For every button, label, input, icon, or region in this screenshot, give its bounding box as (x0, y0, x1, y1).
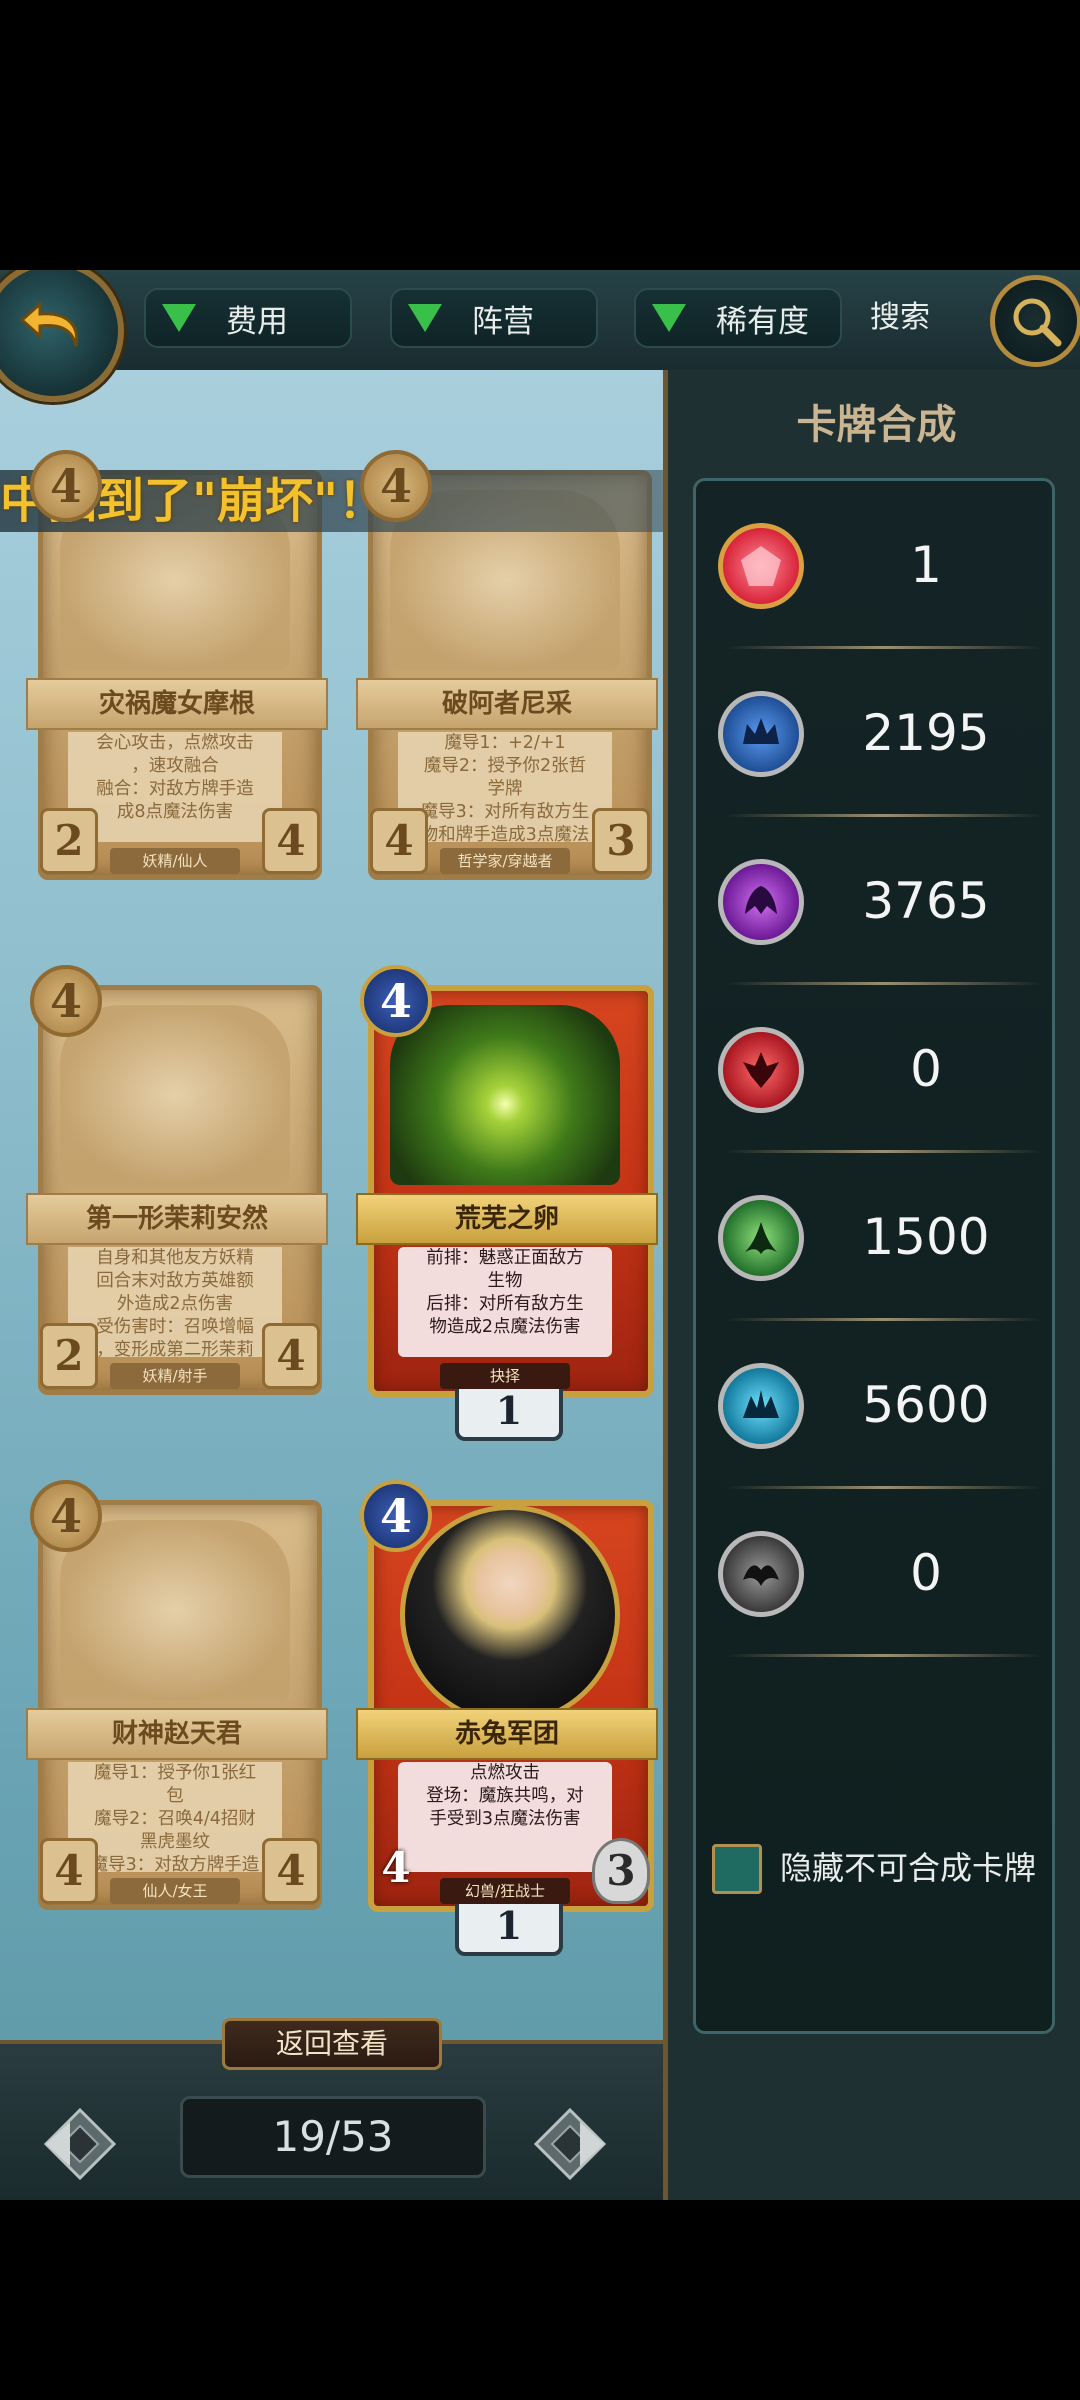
top-bar: 费用 阵营 稀有度 搜索 (0, 270, 1080, 374)
card-health: 4 (262, 808, 320, 874)
blue-crown-emblem-icon (718, 691, 804, 777)
card-crafting-panel: 卡牌合成 1 2195 3765 0 1500 5600 0 隐藏不可合成卡牌 (663, 370, 1080, 2200)
return-view-button[interactable]: 返回查看 (222, 2018, 442, 2070)
resource-value: 3765 (862, 872, 990, 930)
card-tribe: 仙人/女王 (110, 1878, 240, 1904)
card-cost: 4 (30, 1480, 102, 1552)
dropdown-triangle-icon (162, 304, 196, 332)
card-cost: 4 (360, 450, 432, 522)
previous-page-arrow-icon[interactable] (40, 2104, 120, 2184)
dropdown-triangle-icon (408, 304, 442, 332)
card-description: 自身和其他友方妖精 回合末对敌方英雄额 外造成2点伤害 受伤害时：召唤增幅 ，变… (68, 1247, 282, 1357)
card-art (60, 1005, 290, 1185)
card-cost: 4 (360, 1480, 432, 1552)
resource-value: 0 (910, 1544, 942, 1602)
card-attack: 4 (40, 1838, 98, 1904)
card-art (60, 1520, 290, 1700)
cost-filter-button[interactable]: 费用 (144, 288, 352, 348)
resource-row: 3765 (696, 817, 1052, 985)
card-zhao-tianjun[interactable]: 4 财神赵天君 魔导1：授予你1张红 包 魔导2：召唤4/4招财 黑虎墨纹 魔导… (26, 1480, 328, 1910)
card-art (400, 1505, 620, 1725)
card-name: 第一形茉莉安然 (26, 1193, 328, 1245)
search-button[interactable] (990, 275, 1080, 367)
resource-row: 2195 (696, 649, 1052, 817)
magnifier-icon (1013, 298, 1062, 347)
card-health: 3 (592, 808, 650, 874)
game-screen: 费用 阵营 稀有度 搜索 中抽到了"崩坏"！ 4 灾祸魔女摩根 会心攻击，点燃攻… (0, 270, 1080, 2200)
green-emblem-icon (718, 1195, 804, 1281)
resource-row: 1500 (696, 1153, 1052, 1321)
resource-row: 1 (696, 481, 1052, 649)
card-cost: 4 (360, 965, 432, 1037)
card-name: 荒芜之卵 (356, 1193, 658, 1245)
card-tribe: 幻兽/狂战士 (440, 1878, 570, 1904)
resource-value: 2195 (862, 704, 990, 762)
card-name: 财神赵天君 (26, 1708, 328, 1760)
owned-count: 1 (455, 1385, 563, 1441)
resource-row: 0 (696, 1489, 1052, 1657)
card-attack: 4 (370, 808, 428, 874)
faction-filter-button[interactable]: 阵营 (390, 288, 598, 348)
card-description: 前排：魅惑正面敌方 生物 后排：对所有敌方生 物造成2点魔法伤害 (398, 1247, 612, 1357)
search-label: 搜索 (870, 300, 930, 335)
rarity-filter-button[interactable]: 稀有度 (634, 288, 842, 348)
resource-list: 1 2195 3765 0 1500 5600 0 隐藏不可合成卡牌 (693, 478, 1055, 2034)
red-gem-icon (718, 523, 804, 609)
next-page-arrow-icon[interactable] (530, 2104, 610, 2184)
divider (726, 1654, 1042, 1657)
owned-count: 1 (455, 1900, 563, 1956)
card-name: 灾祸魔女摩根 (26, 678, 328, 730)
resource-value: 1 (910, 536, 942, 594)
resource-value: 1500 (862, 1208, 990, 1266)
card-barren-egg[interactable]: 4 荒芜之卵 前排：魅惑正面敌方 生物 后排：对所有敌方生 物造成2点魔法伤害 … (356, 965, 658, 1441)
faction-filter-label: 阵营 (472, 303, 534, 340)
cyan-emblem-icon (718, 1363, 804, 1449)
resource-value: 5600 (862, 1376, 990, 1434)
red-emblem-icon (718, 1027, 804, 1113)
hide-uncraftable-label: 隐藏不可合成卡牌 (780, 1849, 1037, 1887)
card-attack: 4 (381, 1843, 411, 1892)
card-name: 赤兔军团 (356, 1708, 658, 1760)
back-arrow-icon (19, 300, 79, 347)
card-name: 破阿者尼采 (356, 678, 658, 730)
card-description: 魔导1：+2/+1 魔导2：授予你2张哲 学牌 魔导3：对所有敌方生 物和牌手造… (398, 732, 612, 842)
card-attack: 2 (40, 1323, 98, 1389)
card-description: 魔导1：授予你1张红 包 魔导2：召唤4/4招财 黑虎墨纹 魔导3：对敌方牌手造… (68, 1762, 282, 1872)
gray-emblem-icon (718, 1531, 804, 1617)
card-cost: 4 (30, 450, 102, 522)
card-collection-panel: 中抽到了"崩坏"！ 4 灾祸魔女摩根 会心攻击，点燃攻击 ，速攻融合 融合：对敌… (0, 370, 663, 2110)
card-tribe: 妖精/射手 (110, 1363, 240, 1389)
resource-row: 0 (696, 985, 1052, 1153)
card-health: 3 (592, 1838, 650, 1904)
card-molly-form-one[interactable]: 4 第一形茉莉安然 自身和其他友方妖精 回合末对敌方英雄额 外造成2点伤害 受伤… (26, 965, 328, 1395)
card-attack: 2 (40, 808, 98, 874)
card-red-hare-legion[interactable]: 4 赤兔军团 点燃攻击 登场：魔族共鸣，对 手受到3点魔法伤害 4 3 幻兽/狂… (356, 1480, 658, 1956)
card-tribe: 哲学家/穿越者 (440, 848, 570, 874)
resource-row: 5600 (696, 1321, 1052, 1489)
rarity-filter-label: 稀有度 (716, 303, 809, 340)
card-health: 4 (262, 1838, 320, 1904)
page-indicator: 19/53 (180, 2096, 486, 2178)
card-tribe: 抉择 (440, 1363, 570, 1389)
card-cost: 4 (30, 965, 102, 1037)
dropdown-triangle-icon (652, 304, 686, 332)
hide-uncraftable-checkbox[interactable] (712, 1844, 762, 1894)
cost-filter-label: 费用 (226, 303, 288, 340)
card-tribe: 妖精/仙人 (110, 848, 240, 874)
card-description: 会心攻击，点燃攻击 ，速攻融合 融合：对敌方牌手造 成8点魔法伤害 (68, 732, 282, 842)
card-art (390, 1005, 620, 1185)
panel-title: 卡牌合成 (796, 401, 957, 448)
resource-value: 0 (910, 1040, 942, 1098)
purple-emblem-icon (718, 859, 804, 945)
card-description: 点燃攻击 登场：魔族共鸣，对 手受到3点魔法伤害 (398, 1762, 612, 1872)
card-health: 4 (262, 1323, 320, 1389)
